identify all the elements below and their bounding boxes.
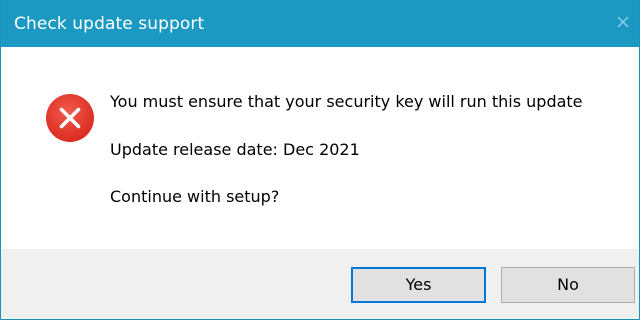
- message-line-security: You must ensure that your security key w…: [110, 92, 583, 111]
- message-line-release-date: Update release date: Dec 2021: [110, 140, 360, 159]
- title-bar[interactable]: Check update support: [1, 0, 639, 47]
- close-icon[interactable]: [611, 10, 635, 34]
- dialog-content: You must ensure that your security key w…: [1, 47, 639, 249]
- yes-button[interactable]: Yes: [351, 267, 486, 303]
- button-bar: Yes No: [1, 249, 639, 319]
- message-dialog: Check update support You must ensure tha…: [0, 0, 640, 320]
- no-button[interactable]: No: [501, 267, 635, 303]
- message-line-prompt: Continue with setup?: [110, 187, 280, 206]
- dialog-title: Check update support: [14, 14, 205, 34]
- error-icon: [45, 93, 95, 143]
